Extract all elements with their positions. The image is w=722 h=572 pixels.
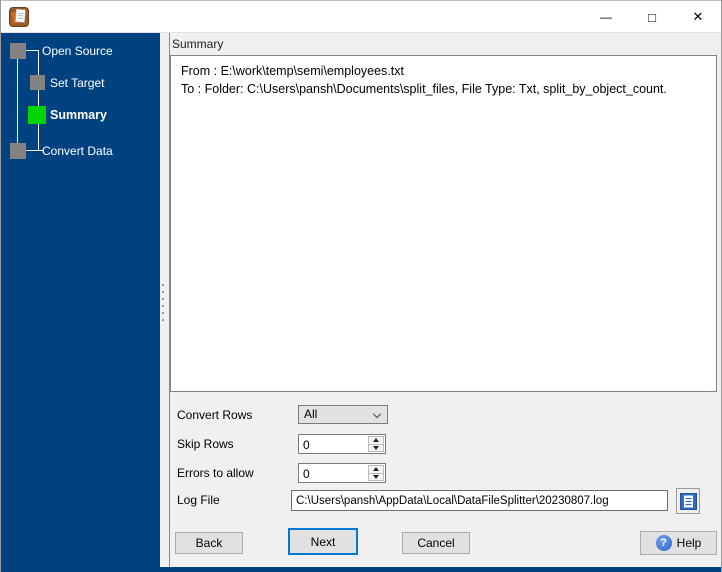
step-marker-set-target: [30, 75, 45, 90]
app-icon[interactable]: [9, 7, 29, 27]
summary-textbox[interactable]: From : E:\work\temp\semi\employees.txt T…: [170, 55, 717, 392]
tree-connector-line: [25, 150, 43, 151]
spin-buttons: [368, 465, 384, 481]
title-bar[interactable]: — □ ✕: [1, 1, 721, 33]
convert-rows-select[interactable]: All: [298, 405, 388, 424]
wizard-dialog: — □ ✕ Open Source Set Target Summary Con…: [0, 0, 722, 572]
errors-to-allow-value: 0: [303, 467, 310, 481]
summary-line-from: From : E:\work\temp\semi\employees.txt: [181, 64, 404, 78]
step-label-convert-data: Convert Data: [42, 144, 113, 158]
tree-connector-line: [17, 58, 18, 144]
splitter-grip-icon[interactable]: [162, 284, 164, 321]
step-marker-summary-active: [28, 106, 46, 124]
help-button-label: Help: [676, 536, 702, 550]
log-file-input[interactable]: [291, 490, 668, 511]
close-button[interactable]: ✕: [675, 1, 721, 33]
errors-to-allow-stepper[interactable]: 0: [298, 463, 386, 483]
skip-rows-label: Skip Rows: [177, 437, 234, 451]
main-panel: Summary From : E:\work\temp\semi\employe…: [169, 33, 721, 567]
window-border-left: [0, 0, 1, 572]
log-file-label: Log File: [177, 493, 220, 507]
tree-connector-line: [38, 50, 39, 151]
page-title: Summary: [172, 37, 224, 51]
spin-buttons: [368, 436, 384, 452]
log-document-icon: [679, 492, 697, 510]
cancel-button[interactable]: Cancel: [402, 532, 470, 554]
help-icon: ?: [655, 535, 672, 551]
chevron-down-icon: [372, 409, 382, 419]
wizard-steps-sidebar: Open Source Set Target Summary Convert D…: [1, 33, 160, 567]
next-button[interactable]: Next: [288, 528, 358, 555]
arrow-down-icon: [373, 445, 379, 450]
maximize-button[interactable]: □: [629, 1, 675, 33]
convert-rows-value: All: [304, 407, 318, 421]
skip-rows-stepper[interactable]: 0: [298, 434, 386, 454]
summary-line-to: To : Folder: C:\Users\pansh\Documents\sp…: [181, 82, 667, 96]
minimize-button[interactable]: —: [583, 1, 629, 33]
window-bottom-strip: [0, 567, 722, 572]
back-button[interactable]: Back: [175, 532, 243, 554]
step-label-open-source: Open Source: [42, 44, 113, 58]
help-button[interactable]: ? Help: [640, 531, 717, 555]
window-controls: — □ ✕: [583, 1, 721, 33]
spin-down-button[interactable]: [368, 473, 384, 481]
convert-rows-label: Convert Rows: [177, 408, 253, 422]
arrow-up-icon: [373, 438, 379, 443]
spin-down-button[interactable]: [368, 444, 384, 452]
arrow-up-icon: [373, 467, 379, 472]
step-label-summary: Summary: [50, 108, 107, 122]
spin-up-button[interactable]: [368, 436, 384, 445]
spin-up-button[interactable]: [368, 465, 384, 474]
view-log-button[interactable]: [676, 488, 700, 514]
skip-rows-value: 0: [303, 438, 310, 452]
step-marker-convert-data: [10, 143, 26, 159]
sidebar-splitter[interactable]: [160, 33, 169, 567]
arrow-down-icon: [373, 474, 379, 479]
step-label-set-target: Set Target: [50, 76, 105, 90]
errors-to-allow-label: Errors to allow: [177, 466, 254, 480]
step-marker-open-source: [10, 43, 26, 59]
